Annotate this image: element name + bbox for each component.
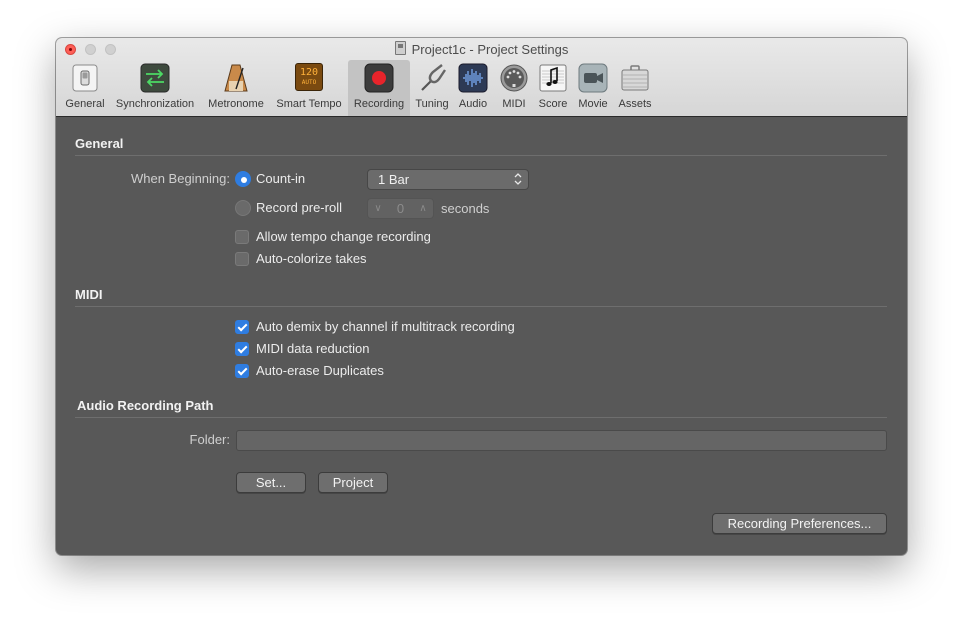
midi-data-reduction-label: MIDI data reduction [256,341,370,356]
allow-tempo-change-check-indicator[interactable] [235,230,249,244]
switch-icon [72,64,98,92]
auto-colorize-label: Auto-colorize takes [256,251,367,266]
folder-path-field[interactable] [236,430,887,451]
stepper-decrement-icon[interactable]: ∨ [371,199,385,218]
smart-tempo-auto: AUTO [301,79,317,86]
record-pre-roll-label: Record pre-roll [256,200,342,215]
auto-colorize-check-indicator[interactable] [235,252,249,266]
count-in-select-value: 1 Bar [378,172,410,187]
tab-recording-label: Recording [353,98,405,110]
project-folder-button[interactable]: Project [318,472,388,493]
settings-toolbar: General Synchronization Metronome 120 AU… [56,59,907,116]
count-in-select[interactable]: 1 Bar [367,169,529,190]
tab-movie[interactable]: Movie [574,60,612,116]
general-heading: General [75,136,124,151]
tab-smart-tempo[interactable]: 120 AUTO Smart Tempo [272,60,346,116]
pre-roll-value: 0 [396,201,405,216]
folder-label: Folder: [189,432,230,447]
record-icon [364,63,394,93]
tab-metronome-label: Metronome [208,98,264,110]
auto-erase-label: Auto-erase Duplicates [256,363,384,378]
movie-camera-icon [578,63,608,93]
metronome-icon [224,64,248,92]
midi-separator [75,306,887,307]
smart-tempo-bpm: 120 [299,67,319,78]
midi-heading: MIDI [75,287,103,302]
stepper-increment-icon[interactable]: ∧ [416,199,430,218]
count-in-radio-indicator[interactable] [235,171,251,187]
title-bar: Project1c - Project Settings General Syn… [56,38,907,117]
record-pre-roll-radio-indicator[interactable] [235,200,251,216]
recording-preferences-button[interactable]: Recording Preferences... [712,513,887,534]
tab-midi[interactable]: MIDI [496,60,532,116]
briefcase-icon [621,65,649,91]
auto-colorize-takes-checkbox[interactable]: Auto-colorize takes [235,250,385,268]
auto-demix-check-indicator[interactable] [235,320,249,334]
allow-tempo-change-checkbox[interactable]: Allow tempo change recording [235,228,455,246]
auto-erase-check-indicator[interactable] [235,364,249,378]
sync-arrows-icon [140,63,170,93]
tab-metronome[interactable]: Metronome [205,60,267,116]
when-beginning-label: When Beginning: [130,171,230,186]
tab-score-label: Score [538,98,568,110]
audio-waveform-icon [458,63,488,93]
tab-tuning-label: Tuning [415,98,449,110]
tab-score[interactable]: Score [534,60,572,116]
tab-audio[interactable]: Audio [455,60,491,116]
tab-midi-label: MIDI [502,98,526,110]
score-icon [539,64,567,92]
auto-demix-label: Auto demix by channel if multitrack reco… [256,319,515,334]
tab-synchronization-label: Synchronization [115,98,195,110]
audio-path-heading: Audio Recording Path [77,398,214,413]
tab-smart-tempo-label: Smart Tempo [276,98,342,110]
tab-tuning[interactable]: Tuning [412,60,452,116]
tab-synchronization[interactable]: Synchronization [112,60,198,116]
record-pre-roll-radio[interactable]: Record pre-roll [235,199,365,217]
audio-path-separator [75,417,887,418]
tab-movie-label: Movie [578,98,608,110]
project-settings-window: Project1c - Project Settings General Syn… [56,38,907,555]
midi-connector-icon [500,64,528,92]
general-separator [75,155,887,156]
document-icon [394,41,406,55]
chevron-updown-icon [514,173,522,185]
window-title-wrap: Project1c - Project Settings [56,41,907,57]
tab-audio-label: Audio [458,98,488,110]
pre-roll-unit: seconds [441,201,490,216]
smart-tempo-icon: 120 AUTO [295,63,323,91]
tab-recording[interactable]: Recording [348,60,410,116]
midi-data-reduction-checkbox[interactable]: MIDI data reduction [235,340,395,358]
allow-tempo-change-label: Allow tempo change recording [256,229,431,244]
count-in-radio[interactable]: Count-in [235,170,355,188]
auto-erase-duplicates-checkbox[interactable]: Auto-erase Duplicates [235,362,405,380]
tab-general[interactable]: General [62,60,108,116]
tab-general-label: General [65,98,105,110]
window-title: Project1c - Project Settings [411,42,569,57]
tab-assets-label: Assets [618,98,652,110]
tab-assets[interactable]: Assets [615,60,655,116]
auto-demix-checkbox[interactable]: Auto demix by channel if multitrack reco… [235,318,545,336]
pre-roll-stepper[interactable]: ∨ 0 ∧ [367,198,434,219]
tuning-fork-icon [421,64,446,91]
set-folder-button[interactable]: Set... [236,472,306,493]
recording-settings-panel: General When Beginning: Count-in 1 Bar R… [56,117,907,555]
count-in-label: Count-in [256,171,306,186]
midi-data-reduction-check-indicator[interactable] [235,342,249,356]
